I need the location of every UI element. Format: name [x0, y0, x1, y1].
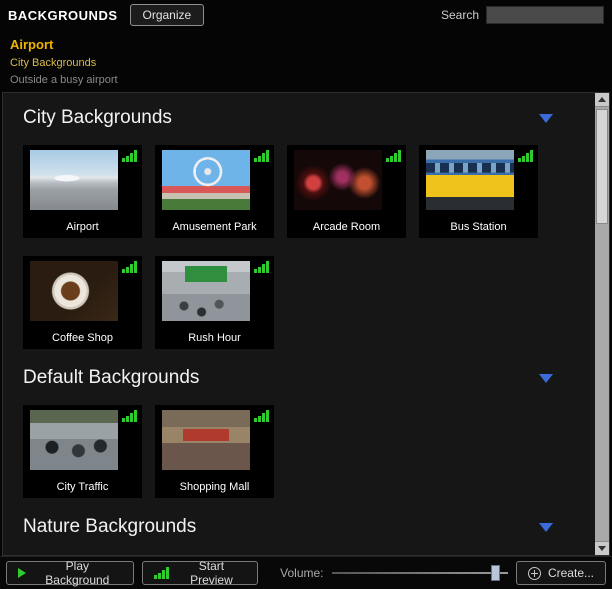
background-label: Shopping Mall: [159, 481, 270, 493]
section-nature-backgrounds: Nature Backgrounds: [23, 516, 581, 554]
section-title: Default Backgrounds: [23, 367, 199, 389]
section-grid: City Traffic Shopping Mall: [23, 405, 581, 498]
play-background-label: Play Background: [33, 559, 122, 587]
background-thumbnail: [294, 150, 382, 210]
background-label: Bus Station: [423, 221, 534, 233]
play-icon: [18, 568, 26, 578]
section-header: Default Backgrounds: [23, 367, 553, 389]
section-title: Nature Backgrounds: [23, 516, 196, 538]
volume-slider-handle[interactable]: [491, 565, 500, 581]
volume-slider[interactable]: [332, 563, 508, 583]
search-label: Search: [441, 8, 479, 22]
background-thumbnail: [30, 410, 118, 470]
background-thumbnail: [162, 410, 250, 470]
chevron-down-icon[interactable]: [539, 523, 553, 532]
meter-icon: [122, 150, 137, 162]
section-default-backgrounds: Default Backgrounds City Traffic Shopping …: [23, 367, 581, 498]
background-label: City Traffic: [27, 481, 138, 493]
search-box: Search: [441, 6, 604, 24]
meter-icon: [254, 261, 269, 273]
organize-button[interactable]: Organize: [130, 4, 205, 26]
create-button[interactable]: Create...: [516, 561, 606, 585]
background-card-arcade-room[interactable]: Arcade Room: [287, 145, 406, 238]
chevron-down-icon[interactable]: [539, 114, 553, 123]
meter-icon: [254, 410, 269, 422]
meter-icon: [122, 261, 137, 273]
card-top: [159, 261, 270, 326]
scrollbar-up-icon[interactable]: [595, 93, 609, 107]
create-label: Create...: [548, 566, 594, 580]
backgrounds-panel: City Backgrounds Airport Amusement Park Arc…: [2, 92, 610, 556]
card-top: [291, 150, 402, 215]
card-top: [159, 410, 270, 475]
background-card-shopping-mall[interactable]: Shopping Mall: [155, 405, 274, 498]
scrollbar-thumb[interactable]: [596, 109, 608, 224]
background-card-city-traffic[interactable]: City Traffic: [23, 405, 142, 498]
background-card-bus-station[interactable]: Bus Station: [419, 145, 538, 238]
card-top: [159, 150, 270, 215]
current-background-info: Airport City Backgrounds Outside a busy …: [0, 30, 612, 92]
background-thumbnail: [162, 150, 250, 210]
current-background-category: City Backgrounds: [10, 57, 602, 69]
background-thumbnail: [162, 261, 250, 321]
vertical-scrollbar[interactable]: [595, 93, 609, 555]
current-background-name: Airport: [10, 37, 602, 52]
chevron-down-icon[interactable]: [539, 374, 553, 383]
background-card-amusement-park[interactable]: Amusement Park: [155, 145, 274, 238]
section-grid: Airport Amusement Park Arcade Room Bus Stat…: [23, 145, 581, 349]
start-preview-button[interactable]: Start Preview: [142, 561, 259, 585]
background-label: Airport: [27, 221, 138, 233]
start-preview-label: Start Preview: [177, 559, 247, 587]
footer-bar: Play Background Start Preview Volume: Cr…: [0, 556, 612, 589]
card-top: [27, 261, 138, 326]
meter-icon: [386, 150, 401, 162]
background-card-rush-hour[interactable]: Rush Hour: [155, 256, 274, 349]
section-header: City Backgrounds: [23, 107, 553, 129]
meter-icon: [154, 567, 169, 579]
background-card-airport[interactable]: Airport: [23, 145, 142, 238]
app-window: BACKGROUNDS Organize Search Airport City…: [0, 0, 612, 589]
background-label: Arcade Room: [291, 221, 402, 233]
meter-icon: [254, 150, 269, 162]
plus-icon: [528, 567, 541, 580]
background-label: Coffee Shop: [27, 332, 138, 344]
page-title: BACKGROUNDS: [8, 8, 118, 23]
sections: City Backgrounds Airport Amusement Park Arc…: [3, 93, 595, 555]
background-thumbnail: [426, 150, 514, 210]
current-background-description: Outside a busy airport: [10, 74, 602, 86]
meter-icon: [122, 410, 137, 422]
play-background-button[interactable]: Play Background: [6, 561, 134, 585]
section-header: Nature Backgrounds: [23, 516, 553, 538]
section-city-backgrounds: City Backgrounds Airport Amusement Park Arc…: [23, 107, 581, 349]
top-bar: BACKGROUNDS Organize Search: [0, 0, 612, 30]
background-thumbnail: [30, 261, 118, 321]
background-label: Rush Hour: [159, 332, 270, 344]
background-thumbnail: [30, 150, 118, 210]
card-top: [423, 150, 534, 215]
volume-label: Volume:: [280, 566, 323, 580]
volume-slider-track: [332, 572, 508, 574]
background-card-coffee-shop[interactable]: Coffee Shop: [23, 256, 142, 349]
card-top: [27, 410, 138, 475]
search-input[interactable]: [486, 6, 604, 24]
scrollbar-down-icon[interactable]: [595, 541, 609, 555]
background-label: Amusement Park: [159, 221, 270, 233]
meter-icon: [518, 150, 533, 162]
section-title: City Backgrounds: [23, 107, 172, 129]
card-top: [27, 150, 138, 215]
